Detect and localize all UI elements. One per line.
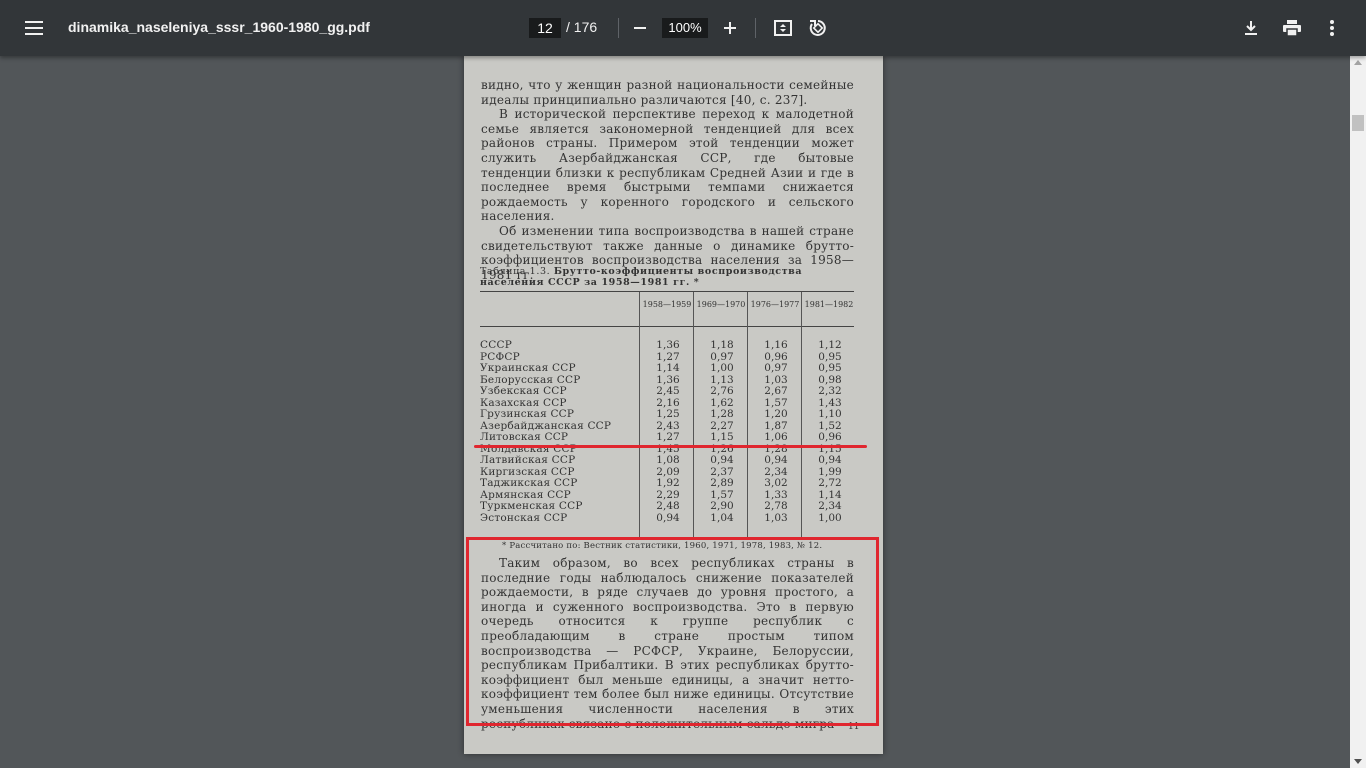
table-cell: 2,76 [710,385,734,397]
zoom-input[interactable]: 100% [662,18,708,38]
annotation-highlight-box [466,537,879,726]
table-label: Таблица 1.3. [480,266,551,277]
table-cell: 1,14 [656,362,680,374]
row-label: СССР [480,339,512,351]
table-caption: Таблица 1.3. Брутто-коэффициенты воспрои… [480,266,854,288]
hamburger-menu-icon[interactable] [18,12,50,44]
table-row: Литовская ССР 1,27 1,15 1,06 0,96 [480,431,854,444]
table-cell: 0,94 [818,454,842,466]
table-row: Эстонская ССР 0,94 1,04 1,03 1,00 [480,511,854,525]
table-row: Узбекская ССР 2,45 2,76 2,67 2,32 [480,385,854,398]
row-label: Латвийская ССР [480,454,576,466]
plus-icon [724,22,736,34]
table-cell: 1,92 [656,477,680,489]
table-cell: 1,04 [710,511,734,524]
table-cell: 0,94 [656,511,680,524]
table-cell: 0,94 [764,454,788,466]
table-cell: 1,18 [710,339,734,351]
document-title: dinamika_naseleniya_sssr_1960-1980_gg.pd… [68,19,370,35]
row-label: Грузинская ССР [480,408,575,420]
table-row: Таджикская ССР 1,92 2,89 3,02 2,72 [480,477,854,490]
table-cell: 2,48 [656,500,680,512]
table-cell: 2,32 [818,385,842,397]
table-cell: 1,08 [656,454,680,466]
table-cell: 1,03 [764,511,788,524]
page-number-input[interactable]: 12 [529,18,561,38]
table-row: Грузинская ССР 1,25 1,28 1,20 1,10 [480,408,854,421]
table-rule [480,291,854,292]
zoom-out-button[interactable] [624,12,656,44]
row-label: Эстонская ССР [480,511,568,524]
scroll-thumb[interactable] [1352,115,1364,131]
annotation-underline [474,445,867,448]
table-cell: 1,10 [818,408,842,420]
table-cell: 1,20 [764,408,788,420]
print-icon[interactable] [1276,12,1308,44]
vertical-scrollbar[interactable] [1350,56,1366,768]
table-cell: 2,90 [710,500,734,512]
table-cell: 3,02 [764,477,788,489]
table-cell: 2,67 [764,385,788,397]
fit-page-icon[interactable] [767,12,799,44]
table-cell: 1,06 [764,431,788,443]
row-label: Узбекская ССР [480,385,567,397]
table-cell: 0,97 [764,362,788,374]
table-cell: 1,36 [656,339,680,351]
column-header: 1976—1977 [750,300,800,309]
column-header: 1969—1970 [696,300,746,309]
row-label: Туркменская ССР [480,500,583,512]
table-row: Украинская ССР 1,14 1,00 0,97 0,95 [480,362,854,375]
table-cell: 2,89 [710,477,734,489]
toolbar-divider [618,18,619,38]
table-cell: 1,15 [710,431,734,443]
table-rule [480,326,854,327]
more-vert-icon[interactable] [1316,12,1348,44]
table-cell: 0,95 [818,362,842,374]
table-cell: 1,28 [710,408,734,420]
table-row: Латвийская ССР 1,08 0,94 0,94 0,94 [480,454,854,467]
minus-icon [634,27,646,29]
row-label: Украинская ССР [480,362,576,374]
table-cell: 2,34 [818,500,842,512]
rotate-icon[interactable] [802,12,834,44]
table-cell: 2,45 [656,385,680,397]
table-cell: 2,78 [764,500,788,512]
row-label: Литовская ССР [480,431,569,443]
table-cell: 2,72 [818,477,842,489]
page-total: / 176 [566,19,598,35]
download-icon[interactable] [1235,12,1267,44]
table-cell: 0,96 [818,431,842,443]
scroll-down-arrow-icon[interactable] [1354,759,1362,764]
table-cell: 1,00 [818,511,842,524]
paragraph: видно, что у женщин разной национальност… [481,78,854,107]
row-label: Таджикская ССР [480,477,578,489]
scroll-up-arrow-icon[interactable] [1354,60,1362,65]
column-header: 1958—1959 [642,300,692,309]
table-row: Туркменская ССР 2,48 2,90 2,78 2,34 [480,500,854,513]
table-cell: 1,00 [710,362,734,374]
table-cell: 1,12 [818,339,842,351]
table-cell: 1,27 [656,431,680,443]
table-cell: 1,25 [656,408,680,420]
column-header: 1981—1982 [804,300,854,309]
table-cell: 1,16 [764,339,788,351]
pdf-toolbar: dinamika_naseleniya_sssr_1960-1980_gg.pd… [0,0,1366,56]
table-row: СССР 1,36 1,18 1,16 1,12 [480,339,854,352]
paragraph: В исторической перспективе переход к мал… [481,107,854,224]
table-body: СССР 1,36 1,18 1,16 1,12 РСФСР 1,27 0,97 0,96 0,9… [480,339,854,525]
zoom-in-button[interactable] [714,12,746,44]
table-cell: 0,94 [710,454,734,466]
toolbar-divider [755,18,756,38]
page-body-text: видно, что у женщин разной национальност… [481,78,854,282]
